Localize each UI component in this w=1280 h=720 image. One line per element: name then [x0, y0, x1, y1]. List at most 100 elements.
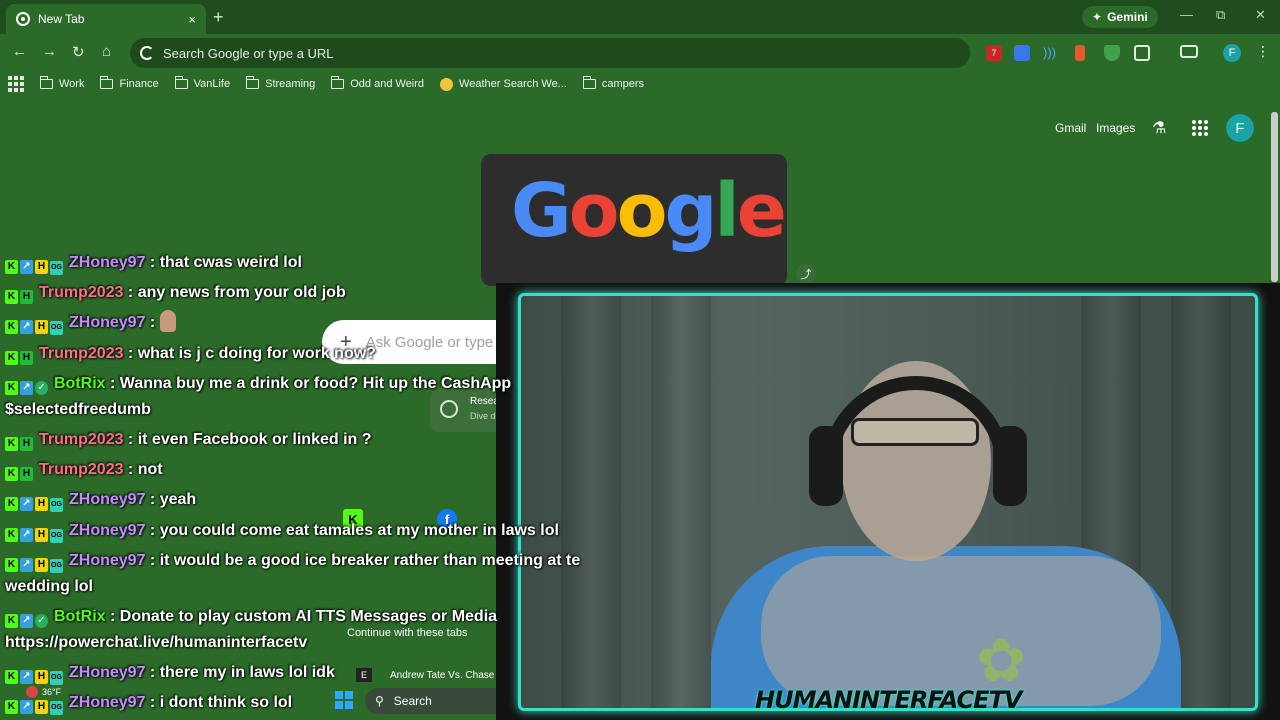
chat-username[interactable]: ZHoney97	[69, 552, 145, 569]
taskbar-search[interactable]: ⚲ Search	[365, 688, 496, 714]
chat-username[interactable]: ZHoney97	[69, 254, 145, 271]
chat-username[interactable]: ZHoney97	[69, 491, 145, 508]
new-tab-button[interactable]: +	[213, 7, 224, 28]
kick-badge-icon: K	[5, 260, 18, 274]
tab-search-icon[interactable]	[1180, 45, 1198, 58]
reload-icon[interactable]: ↻	[72, 43, 85, 61]
images-link[interactable]: Images	[1096, 121, 1135, 135]
google-apps-icon[interactable]	[1192, 120, 1208, 136]
close-window-button[interactable]: ✕	[1255, 7, 1266, 23]
shield-icon[interactable]	[1104, 45, 1120, 61]
audio-extension-icon[interactable]: )))	[1043, 45, 1059, 61]
doodle-letter: g	[664, 168, 717, 254]
folder-icon	[174, 76, 188, 89]
og-badge-icon: OG	[50, 559, 63, 573]
verified-check-icon: ✓	[35, 381, 48, 395]
minimize-button[interactable]: —	[1180, 7, 1193, 22]
chat-username[interactable]: ZHoney97	[69, 664, 145, 681]
kick-badge-icon: K	[5, 497, 18, 511]
subscriber-badge-icon: ↗	[20, 528, 33, 542]
bookmark-work[interactable]: Work	[40, 76, 84, 90]
chat-separator: :	[123, 284, 138, 301]
chat-username[interactable]: Trump2023	[39, 284, 123, 301]
moderator-badge-icon: H	[35, 670, 48, 684]
kick-badge-icon: K	[5, 381, 18, 395]
tab-new-tab[interactable]: New Tab ×	[6, 4, 206, 34]
bookmarks-bar: Work Finance VanLife Streaming Odd and W…	[0, 72, 1280, 96]
chat-text: that cwas weird lol	[159, 254, 302, 271]
chat-username[interactable]: BotRix	[54, 608, 106, 625]
headphone-left-cup	[809, 426, 843, 506]
subscriber-badge-icon: ↗	[20, 614, 33, 628]
subscriber-badge-icon: ↗	[20, 320, 33, 334]
windows-start-icon[interactable]	[335, 691, 353, 709]
share-icon[interactable]: ⤴	[796, 264, 816, 284]
kick-badge-icon: K	[5, 437, 18, 451]
labs-flask-icon[interactable]: ⚗	[1152, 118, 1166, 138]
moderator-badge-icon: H	[35, 260, 48, 274]
browser-titlebar: New Tab × + ✦ Gemini — ⧉ ✕	[0, 0, 1280, 34]
google-g-icon	[140, 46, 154, 60]
subscriber-badge-icon: ↗	[20, 558, 33, 572]
bookmark-odd-and-weird[interactable]: Odd and Weird	[331, 76, 424, 90]
folder-icon	[40, 76, 53, 89]
og-badge-icon: OG	[50, 498, 63, 512]
folder-icon	[331, 76, 345, 89]
back-icon[interactable]: ←	[12, 43, 27, 60]
translate-icon[interactable]	[1014, 45, 1030, 61]
doodle-letter: o	[568, 168, 620, 254]
profile-avatar[interactable]: F	[1223, 44, 1241, 62]
chat-message: K ↗ ✓ BotRix : Wanna buy me a drink or food…	[5, 371, 605, 423]
chat-separator: :	[145, 694, 160, 711]
kick-badge-icon: K	[5, 351, 18, 365]
bookmark-vanlife[interactable]: VanLife	[174, 76, 230, 90]
bookmark-label: Streaming	[265, 78, 316, 90]
chrome-icon	[16, 12, 30, 26]
gemini-button[interactable]: ✦ Gemini	[1082, 6, 1158, 28]
chat-username[interactable]: ZHoney97	[69, 694, 145, 711]
chat-username[interactable]: ZHoney97	[69, 522, 145, 539]
bookmark-label: Weather Search We...	[459, 78, 567, 90]
account-avatar[interactable]: F	[1226, 114, 1254, 142]
chat-separator: :	[123, 461, 138, 478]
bookmark-extension-icon[interactable]	[1075, 45, 1085, 61]
menu-kebab-icon[interactable]: ⋮	[1256, 43, 1270, 60]
search-icon: ⚲	[375, 694, 384, 708]
chat-separator: :	[123, 345, 138, 362]
extension-badge-icon[interactable]: 7	[986, 45, 1002, 61]
weather-icon	[440, 77, 454, 91]
subscriber-badge-icon: ↗	[20, 700, 33, 714]
hype-badge-icon: H	[20, 290, 33, 304]
chat-username[interactable]: Trump2023	[39, 431, 123, 448]
bookmark-streaming[interactable]: Streaming	[246, 76, 316, 90]
address-bar-placeholder: Search Google or type a URL	[163, 45, 334, 61]
home-icon[interactable]: ⌂	[102, 43, 111, 60]
folder-icon	[100, 76, 114, 89]
chat-username[interactable]: Trump2023	[39, 461, 123, 478]
chat-username[interactable]: ZHoney97	[69, 314, 145, 331]
taskbar-weather[interactable]: 36°F	[26, 686, 61, 698]
bookmark-weather[interactable]: Weather Search We...	[440, 77, 567, 91]
chat-message: K ↗ H OG ZHoney97 : yeah	[5, 487, 605, 513]
chat-username[interactable]: Trump2023	[39, 345, 123, 362]
subscriber-badge-icon: ↗	[20, 381, 33, 395]
chat-text: yeah	[159, 491, 197, 508]
scrollbar-thumb[interactable]	[1271, 112, 1278, 282]
hype-badge-icon: H	[20, 467, 33, 481]
chat-message: K H Trump2023 : any news from your old job	[5, 280, 605, 306]
bookmark-finance[interactable]: Finance	[100, 76, 159, 90]
forward-icon[interactable]: →	[42, 43, 57, 60]
kick-badge-icon: K	[5, 558, 18, 572]
bookmark-campers[interactable]: campers	[582, 76, 644, 90]
hype-badge-icon: H	[20, 351, 33, 365]
apps-grid-icon[interactable]	[8, 76, 24, 92]
tab-close-button[interactable]: ×	[188, 12, 196, 27]
address-bar[interactable]: Search Google or type a URL	[130, 38, 970, 68]
gmail-link[interactable]: Gmail	[1055, 121, 1086, 135]
subscriber-badge-icon: ↗	[20, 670, 33, 684]
chat-username[interactable]: BotRix	[54, 375, 106, 392]
og-badge-icon: OG	[50, 671, 63, 685]
chat-separator: :	[145, 491, 160, 508]
maximize-button[interactable]: ⧉	[1216, 7, 1225, 23]
extensions-puzzle-icon[interactable]	[1134, 45, 1150, 61]
